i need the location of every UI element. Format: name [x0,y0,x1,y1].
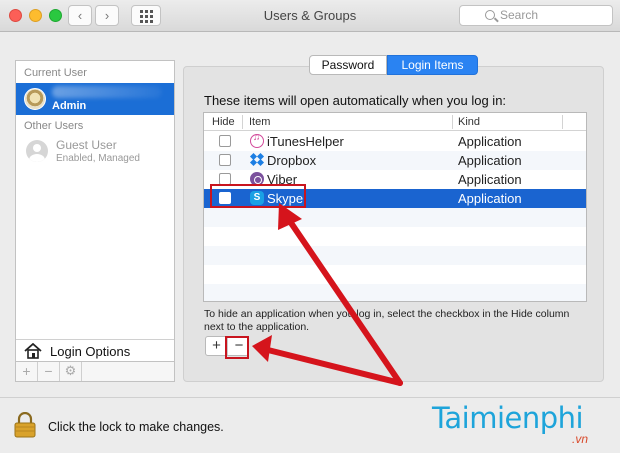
remove-user-button[interactable]: − [38,362,60,381]
current-user-header: Current User [24,67,87,79]
add-user-button[interactable]: + [16,362,38,381]
blurred-full-name [52,86,162,98]
sidebar-item-guest-user[interactable]: Guest User Enabled, Managed [16,135,174,167]
empty-row [204,246,586,265]
login-items-intro: These items will open automatically when… [204,93,507,108]
login-options-label: Login Options [50,344,131,359]
empty-row [204,284,586,301]
empty-row [204,265,586,284]
guest-avatar-icon [26,140,48,162]
item-kind: Application [458,134,522,149]
column-divider [452,115,453,129]
bottom-bar: Click the lock to make changes. Taimienp… [0,397,620,453]
column-header-hide[interactable]: Hide [212,116,235,128]
itunes-icon [250,132,264,148]
other-users-header: Other Users [24,120,84,132]
hide-checkbox[interactable] [219,154,231,166]
search-icon [485,10,495,20]
item-kind: Application [458,153,522,168]
table-row[interactable]: Dropbox Application [204,151,586,170]
dropbox-icon [249,152,265,167]
skype-highlight-box [210,184,306,208]
sidebar-item-admin[interactable]: Admin [16,83,174,115]
lock-icon[interactable] [14,412,36,438]
item-kind: Application [458,191,522,206]
guest-user-status: Enabled, Managed [56,153,140,164]
house-icon [24,343,42,359]
tab-password[interactable]: Password [309,55,387,75]
tab-login-items[interactable]: Login Items [387,55,478,75]
hide-checkbox[interactable] [219,135,231,147]
column-divider [562,115,563,129]
watermark-logo: Taimienphi [432,401,584,435]
table-row[interactable]: iTunesHelper Application [204,132,586,151]
remove-button-highlight-box [225,336,249,359]
column-header-item[interactable]: Item [249,116,270,128]
table-header: Hide Item Kind [204,113,586,131]
item-name: Dropbox [267,153,317,168]
search-field[interactable]: Search [459,5,613,26]
login-options-item[interactable]: Login Options [16,339,174,361]
empty-row [204,227,586,246]
column-header-kind[interactable]: Kind [458,116,480,128]
column-divider [242,115,243,129]
sidebar-button-bar: + − ⚙ [15,362,175,382]
item-name: iTunesHelper [267,134,344,149]
title-bar: ‹ › Users & Groups Search [0,0,620,32]
avatar [24,88,46,110]
guest-user-name: Guest User [56,138,117,152]
empty-row [204,208,586,227]
search-placeholder: Search [500,8,539,22]
lock-message: Click the lock to make changes. [48,420,224,434]
item-kind: Application [458,172,522,187]
hide-help-text: To hide an application when you log in, … [204,308,570,333]
gear-icon[interactable]: ⚙ [60,362,82,381]
admin-role-label: Admin [52,100,87,112]
watermark-suffix: .vn [572,432,589,446]
users-sidebar: Current User Admin Other Users Guest Use… [15,60,175,362]
